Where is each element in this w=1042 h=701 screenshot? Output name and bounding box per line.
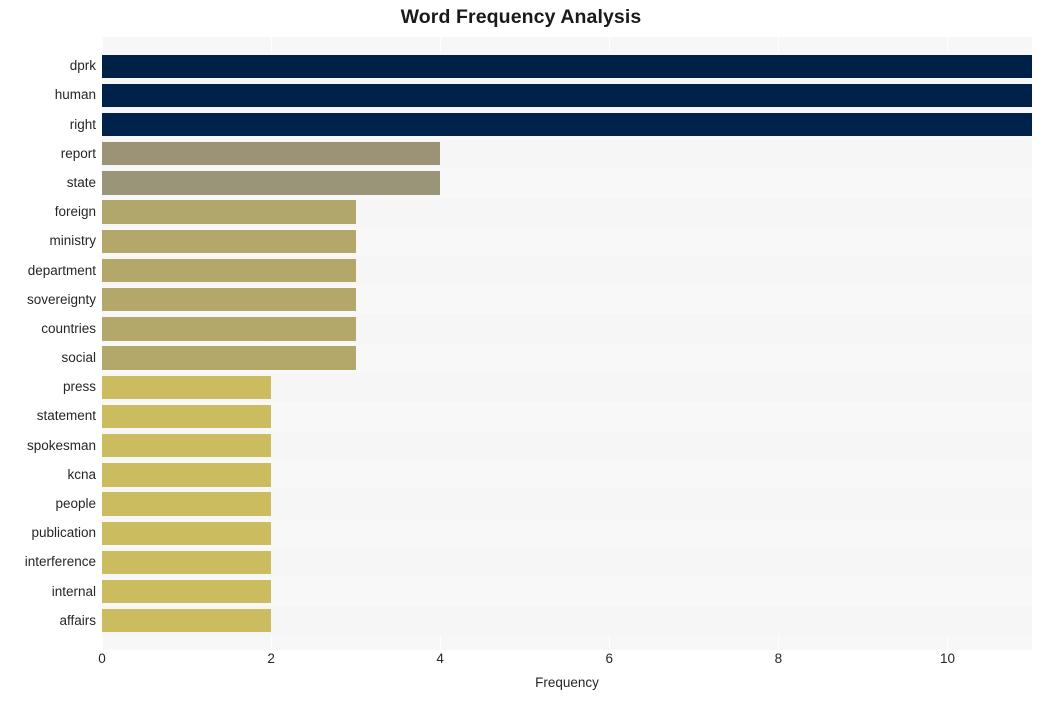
bar-sovereignty [102, 288, 356, 312]
bar-interference [102, 550, 272, 575]
bar-affairs [102, 609, 272, 633]
y-tick-label-state: state [66, 174, 96, 190]
y-tick-label-kcna: kcna [67, 466, 96, 482]
bar-right [102, 112, 1032, 137]
bar-people [102, 492, 272, 516]
y-tick-label-ministry: ministry [49, 233, 97, 249]
x-axis-title: Frequency [535, 675, 599, 690]
y-tick-label-people: people [55, 496, 96, 512]
y-tick-label-dprk: dprk [69, 58, 96, 74]
y-tick-label-spokesman: spokesman [26, 437, 96, 453]
y-tick-label-human: human [54, 87, 96, 103]
bar-state [102, 171, 441, 195]
y-tick-label-publication: publication [31, 525, 96, 541]
bar-statement [102, 404, 272, 429]
bar-internal [102, 579, 272, 604]
y-tick-label-report: report [60, 145, 96, 161]
bar-kcna [102, 463, 272, 487]
y-tick-label-department: department [27, 262, 96, 278]
bar-press [102, 375, 272, 399]
y-tick-label-statement: statement [36, 408, 96, 424]
bar-ministry [102, 229, 356, 253]
bar-report [102, 142, 441, 166]
y-tick-label-sovereignty: sovereignty [26, 291, 96, 307]
x-axis-tick-labels: 0 2 4 6 8 10 [0, 652, 1042, 674]
y-tick-label-foreign: foreign [54, 204, 96, 220]
y-tick-label-right: right [69, 116, 96, 132]
x-tick-label-0: 0 [98, 651, 106, 666]
bar-department [102, 258, 356, 283]
bar-social [102, 346, 356, 370]
y-tick-label-internal: internal [51, 583, 96, 599]
bar-dprk [102, 54, 1032, 78]
word-frequency-chart: Word Frequency Analysis dprk human right re… [0, 0, 1042, 701]
bar-publication [102, 521, 272, 545]
bar-countries [102, 317, 356, 341]
plot-area [102, 37, 1032, 650]
x-tick-label-2: 2 [267, 651, 275, 666]
y-tick-label-press: press [62, 379, 96, 395]
x-tick-label-6: 6 [605, 651, 614, 666]
bar-foreign [102, 200, 356, 224]
x-tick-label-4: 4 [436, 651, 444, 666]
y-tick-label-social: social [61, 350, 96, 366]
y-tick-label-affairs: affairs [59, 612, 96, 628]
chart-title: Word Frequency Analysis [400, 6, 642, 28]
x-tick-label-8: 8 [774, 651, 783, 666]
y-tick-label-countries: countries [41, 320, 96, 336]
y-axis-category-labels: dprk human right report state foreign ministry… [0, 37, 96, 650]
y-tick-label-interference: interference [24, 554, 96, 570]
bar-spokesman [102, 433, 272, 458]
x-tick-label-10: 10 [939, 651, 955, 666]
bar-human [102, 83, 1032, 108]
